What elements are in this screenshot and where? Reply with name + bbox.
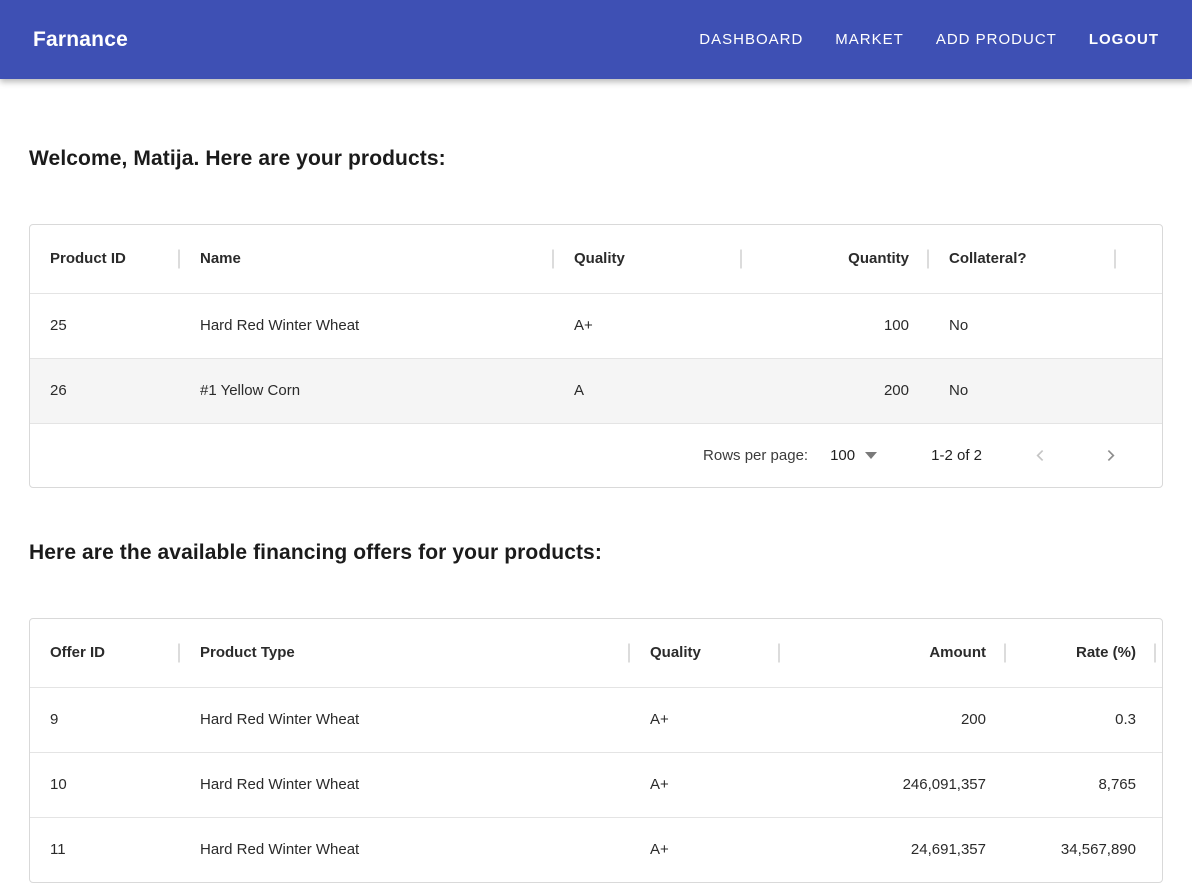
navbar: Farnance DASHBOARD MARKET ADD PRODUCT LO… <box>0 0 1192 79</box>
cell-collateral: No <box>929 358 1116 423</box>
table-row: 25 Hard Red Winter Wheat A+ 100 No <box>30 293 1162 358</box>
cell-offer-id: 9 <box>30 687 180 752</box>
cell-quantity: 100 <box>742 293 929 358</box>
nav-item-market[interactable]: MARKET <box>835 31 904 48</box>
next-page-button[interactable] <box>1098 444 1122 468</box>
column-header-offer-id: Offer ID <box>30 619 180 687</box>
column-header-quantity: Quantity <box>742 225 929 293</box>
offers-heading: Here are the available financing offers … <box>29 541 1163 565</box>
nav-links: DASHBOARD MARKET ADD PRODUCT LOGOUT <box>699 31 1159 48</box>
cell-quality: A+ <box>630 687 780 752</box>
cell-product-id: 25 <box>30 293 180 358</box>
cell-quantity: 200 <box>742 358 929 423</box>
cell-collateral: No <box>929 293 1116 358</box>
column-header-rate: Rate (%) <box>1006 619 1156 687</box>
chevron-left-icon <box>1032 447 1049 464</box>
table-row: 26 #1 Yellow Corn A 200 No <box>30 358 1162 423</box>
table-row: 10 Hard Red Winter Wheat A+ 246,091,357 … <box>30 752 1162 817</box>
cell-amount: 246,091,357 <box>780 752 1006 817</box>
column-header-name: Name <box>180 225 554 293</box>
cell-rate: 0.3 <box>1006 687 1156 752</box>
main-content: Welcome, Matija. Here are your products:… <box>0 147 1192 883</box>
cell-name: #1 Yellow Corn <box>180 358 554 423</box>
nav-item-dashboard[interactable]: DASHBOARD <box>699 31 803 48</box>
cell-offer-id: 11 <box>30 817 180 882</box>
cell-rate: 8,765 <box>1006 752 1156 817</box>
cell-quality: A <box>554 358 742 423</box>
offers-table-header-row: Offer ID Product Type Quality Amount Rat… <box>30 619 1162 687</box>
offers-table-card: Offer ID Product Type Quality Amount Rat… <box>29 618 1163 883</box>
cell-amount: 24,691,357 <box>780 817 1006 882</box>
cell-product-type: Hard Red Winter Wheat <box>180 752 630 817</box>
products-table-header-row: Product ID Name Quality Quantity Collate… <box>30 225 1162 293</box>
column-header-quality: Quality <box>630 619 780 687</box>
column-header-amount: Amount <box>780 619 1006 687</box>
cell-name: Hard Red Winter Wheat <box>180 293 554 358</box>
cell-quality: A+ <box>554 293 742 358</box>
offers-table: Offer ID Product Type Quality Amount Rat… <box>30 619 1162 882</box>
cell-product-type: Hard Red Winter Wheat <box>180 817 630 882</box>
cell-offer-id: 10 <box>30 752 180 817</box>
chevron-right-icon <box>1102 447 1119 464</box>
nav-item-logout[interactable]: LOGOUT <box>1089 31 1159 48</box>
app-title[interactable]: Farnance <box>33 28 128 52</box>
cell-product-type: Hard Red Winter Wheat <box>180 687 630 752</box>
cell-rate: 34,567,890 <box>1006 817 1156 882</box>
products-heading: Welcome, Matija. Here are your products: <box>29 147 1163 171</box>
rows-per-page-label: Rows per page: <box>703 447 808 464</box>
products-table-pagination: Rows per page: 100 1-2 of 2 <box>30 423 1162 487</box>
cell-amount: 200 <box>780 687 1006 752</box>
cell-product-id: 26 <box>30 358 180 423</box>
table-row: 9 Hard Red Winter Wheat A+ 200 0.3 <box>30 687 1162 752</box>
dropdown-arrow-icon <box>865 452 877 459</box>
prev-page-button[interactable] <box>1028 444 1052 468</box>
cell-quality: A+ <box>630 752 780 817</box>
cell-quality: A+ <box>630 817 780 882</box>
rows-per-page-value: 100 <box>830 447 855 464</box>
products-table: Product ID Name Quality Quantity Collate… <box>30 225 1162 423</box>
column-header-spacer <box>1156 619 1162 687</box>
nav-item-add-product[interactable]: ADD PRODUCT <box>936 31 1057 48</box>
column-header-spacer <box>1116 225 1162 293</box>
column-header-product-type: Product Type <box>180 619 630 687</box>
column-header-product-id: Product ID <box>30 225 180 293</box>
rows-per-page-select[interactable]: 100 <box>830 447 877 464</box>
pagination-range-label: 1-2 of 2 <box>931 447 982 464</box>
column-header-quality: Quality <box>554 225 742 293</box>
products-table-card: Product ID Name Quality Quantity Collate… <box>29 224 1163 488</box>
table-row: 11 Hard Red Winter Wheat A+ 24,691,357 3… <box>30 817 1162 882</box>
column-header-collateral: Collateral? <box>929 225 1116 293</box>
